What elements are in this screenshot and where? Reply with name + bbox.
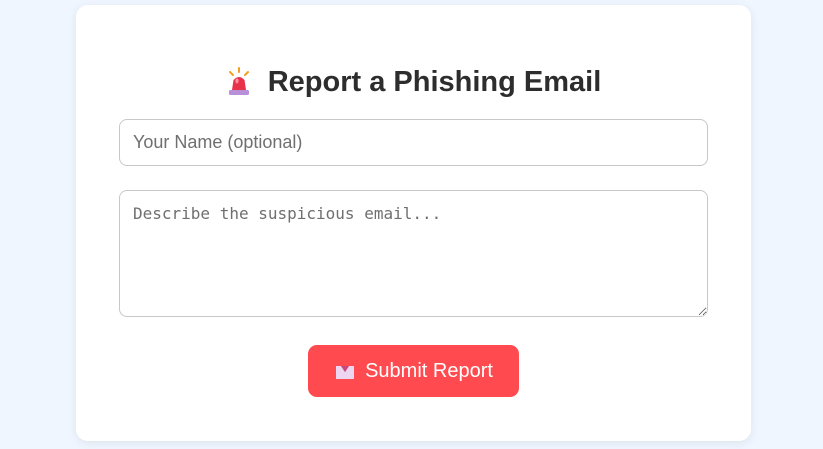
name-input[interactable] <box>119 119 708 166</box>
report-card: Report a Phishing Email Submit Report <box>76 5 751 441</box>
title-row: Report a Phishing Email <box>76 62 751 102</box>
description-textarea[interactable] <box>119 190 708 317</box>
submit-report-button[interactable]: Submit Report <box>308 345 519 397</box>
submit-button-label: Submit Report <box>365 359 493 382</box>
police-siren-icon <box>226 67 252 97</box>
inbox-tray-icon <box>334 362 356 380</box>
page-title: Report a Phishing Email <box>267 65 602 98</box>
